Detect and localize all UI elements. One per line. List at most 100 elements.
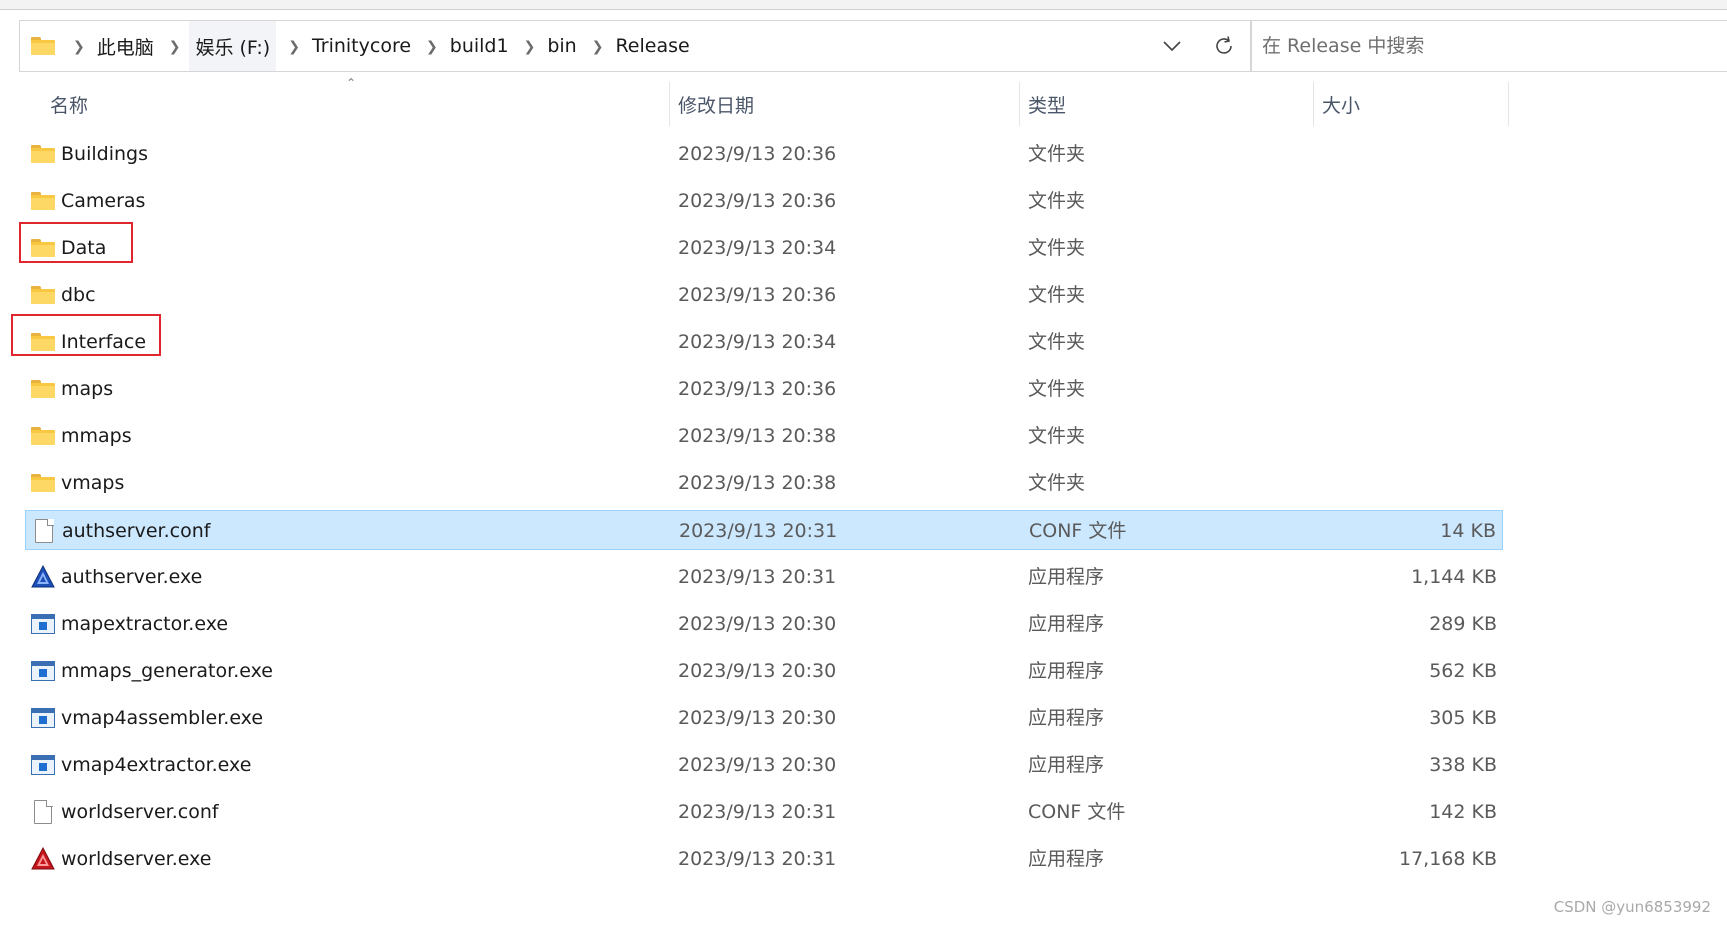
file-name: worldserver.exe: [61, 848, 212, 870]
folder-icon: [31, 189, 55, 213]
file-row[interactable]: authserver.exe 2023/9/13 20:31 应用程序 1,144 K…: [25, 557, 1503, 597]
column-header-row: 名称 修改日期 类型 大小: [0, 78, 1510, 130]
chevron-down-icon: [1163, 41, 1181, 52]
app-window-icon: [31, 612, 55, 636]
file-row[interactable]: mmaps_generator.exe 2023/9/13 20:30 应用程序 56…: [25, 651, 1503, 691]
file-type: 应用程序: [1028, 848, 1105, 870]
chevron-right-icon[interactable]: ❯: [73, 39, 85, 55]
folder-icon: [31, 37, 55, 55]
breadcrumb: ❯ 此电脑 ❯ 娱乐 (F:) ❯ Trinitycore ❯ build1 ❯…: [61, 21, 693, 71]
file-name: Buildings: [61, 143, 148, 165]
breadcrumb-this-pc[interactable]: 此电脑: [94, 21, 157, 71]
file-date-modified: 2023/9/13 20:31: [679, 520, 838, 542]
column-header-name[interactable]: 名称: [50, 78, 88, 130]
window-top-edge: [0, 0, 1727, 10]
file-date-modified: 2023/9/13 20:38: [678, 425, 837, 447]
file-type: CONF 文件: [1029, 520, 1127, 542]
file-name: Cameras: [61, 190, 146, 212]
file-type: 应用程序: [1028, 754, 1105, 776]
folder-icon: [31, 377, 55, 401]
file-row[interactable]: Buildings 2023/9/13 20:36 文件夹: [25, 134, 1503, 174]
highlight-box-data: [19, 222, 133, 263]
column-divider[interactable]: [1508, 82, 1509, 126]
refresh-icon: [1216, 36, 1232, 54]
file-size: 17,168 KB: [1398, 848, 1497, 870]
refresh-button[interactable]: [1198, 21, 1250, 71]
file-row[interactable]: authserver.conf 2023/9/13 20:31 CONF 文件 14 …: [25, 510, 1503, 550]
file-date-modified: 2023/9/13 20:30: [678, 613, 837, 635]
authserver-app-icon: [31, 564, 55, 589]
file-row[interactable]: maps 2023/9/13 20:36 文件夹: [25, 369, 1503, 409]
file-date-modified: 2023/9/13 20:30: [678, 754, 837, 776]
folder-icon: [31, 283, 55, 307]
file-type: 应用程序: [1028, 707, 1105, 729]
file-row[interactable]: Data 2023/9/13 20:34 文件夹: [25, 228, 1503, 268]
watermark: CSDN @yun6853992: [1553, 898, 1711, 916]
breadcrumb-build1[interactable]: build1: [447, 21, 512, 71]
file-name: authserver.exe: [61, 566, 203, 588]
file-date-modified: 2023/9/13 20:36: [678, 143, 837, 165]
document-icon: [31, 799, 55, 824]
folder-icon: [31, 471, 55, 495]
file-name: vmap4extractor.exe: [61, 754, 252, 776]
file-size: 289 KB: [1429, 613, 1497, 635]
file-date-modified: 2023/9/13 20:36: [678, 284, 837, 306]
file-type: 文件夹: [1028, 331, 1086, 353]
file-date-modified: 2023/9/13 20:31: [678, 566, 837, 588]
file-row[interactable]: Cameras 2023/9/13 20:36 文件夹: [25, 181, 1503, 221]
chevron-right-icon[interactable]: ❯: [288, 39, 300, 55]
file-name: mmaps: [61, 425, 132, 447]
column-divider[interactable]: [669, 82, 670, 126]
file-name: mmaps_generator.exe: [61, 660, 273, 682]
breadcrumb-drive-f[interactable]: 娱乐 (F:): [189, 21, 277, 71]
file-name: authserver.conf: [62, 520, 211, 542]
file-size: 305 KB: [1429, 707, 1497, 729]
column-header-size[interactable]: 大小: [1322, 78, 1360, 130]
file-type: 文件夹: [1028, 143, 1086, 165]
breadcrumb-release[interactable]: Release: [612, 21, 692, 71]
file-name: mapextractor.exe: [61, 613, 229, 635]
column-divider[interactable]: [1313, 82, 1314, 126]
app-window-icon: [31, 659, 55, 683]
search-box[interactable]: [1251, 20, 1727, 72]
chevron-right-icon[interactable]: ❯: [169, 39, 181, 55]
chevron-right-icon[interactable]: ❯: [592, 39, 604, 55]
file-row[interactable]: vmaps 2023/9/13 20:38 文件夹: [25, 463, 1503, 503]
column-divider[interactable]: [1019, 82, 1020, 126]
file-type: 文件夹: [1028, 472, 1086, 494]
search-input[interactable]: [1262, 35, 1662, 57]
file-date-modified: 2023/9/13 20:31: [678, 848, 837, 870]
file-type: 文件夹: [1028, 378, 1086, 400]
app-window-icon: [31, 753, 55, 777]
file-size: 14 KB: [1440, 520, 1496, 542]
file-name: vmap4assembler.exe: [61, 707, 264, 729]
file-row[interactable]: mmaps 2023/9/13 20:38 文件夹: [25, 416, 1503, 456]
file-row[interactable]: vmap4extractor.exe 2023/9/13 20:30 应用程序 338…: [25, 745, 1503, 785]
breadcrumb-trinitycore[interactable]: Trinitycore: [309, 21, 414, 71]
file-type: 文件夹: [1028, 190, 1086, 212]
file-type: 文件夹: [1028, 425, 1086, 447]
chevron-right-icon[interactable]: ❯: [426, 39, 438, 55]
file-date-modified: 2023/9/13 20:34: [678, 237, 837, 259]
chevron-right-icon[interactable]: ❯: [524, 39, 536, 55]
file-row[interactable]: mapextractor.exe 2023/9/13 20:30 应用程序 289 K…: [25, 604, 1503, 644]
file-row[interactable]: Interface 2023/9/13 20:34 文件夹: [25, 322, 1503, 362]
file-type: 应用程序: [1028, 566, 1105, 588]
address-bar[interactable]: ❯ 此电脑 ❯ 娱乐 (F:) ❯ Trinitycore ❯ build1 ❯…: [19, 20, 1251, 72]
folder-icon: [31, 142, 55, 166]
file-row[interactable]: dbc 2023/9/13 20:36 文件夹: [25, 275, 1503, 315]
file-date-modified: 2023/9/13 20:30: [678, 660, 837, 682]
document-icon: [32, 518, 56, 543]
file-type: 文件夹: [1028, 237, 1086, 259]
breadcrumb-bin[interactable]: bin: [544, 21, 579, 71]
file-type: 文件夹: [1028, 284, 1086, 306]
file-date-modified: 2023/9/13 20:31: [678, 801, 837, 823]
file-type: CONF 文件: [1028, 801, 1126, 823]
address-history-dropdown[interactable]: [1146, 21, 1198, 71]
file-row[interactable]: vmap4assembler.exe 2023/9/13 20:30 应用程序 305…: [25, 698, 1503, 738]
column-header-type[interactable]: 类型: [1028, 78, 1066, 130]
file-row[interactable]: worldserver.conf 2023/9/13 20:31 CONF 文件 14…: [25, 792, 1503, 832]
column-header-date[interactable]: 修改日期: [678, 78, 754, 130]
file-row[interactable]: worldserver.exe 2023/9/13 20:31 应用程序 17,168…: [25, 839, 1503, 879]
highlight-box-interface: [11, 314, 161, 356]
